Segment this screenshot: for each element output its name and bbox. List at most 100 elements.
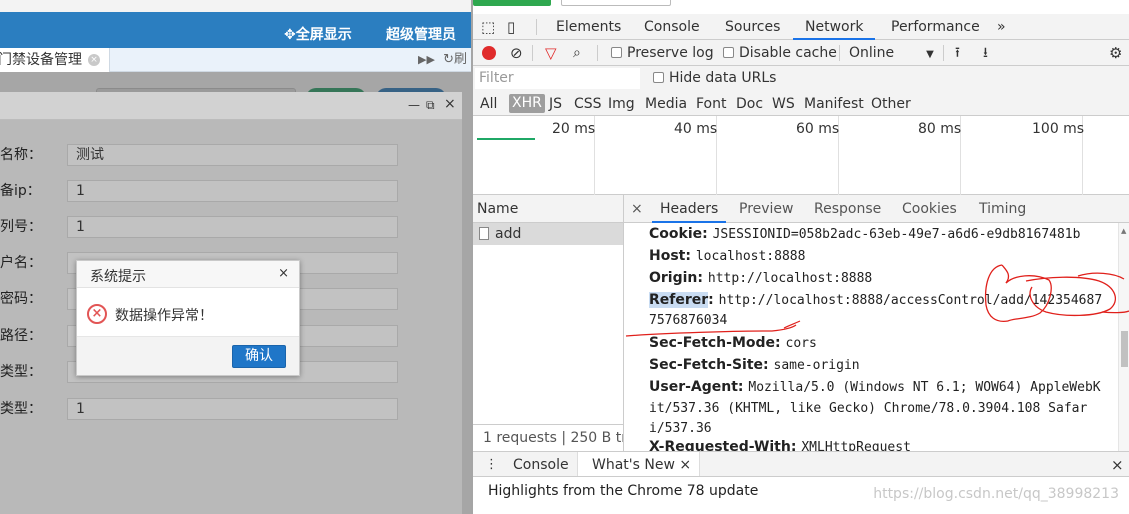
timeline-label: 20 ms (552, 121, 596, 137)
fullscreen-button[interactable]: ✥全屏显示 (284, 12, 352, 48)
checkbox-icon (723, 47, 734, 58)
throttle-select[interactable]: Online ▼ (849, 40, 934, 66)
request-name: add (495, 226, 522, 242)
separator (597, 45, 598, 61)
more-tabs-icon[interactable]: » (997, 14, 1006, 40)
tab-elements[interactable]: Elements (556, 14, 621, 40)
export-har-icon[interactable]: ⭳ (983, 40, 988, 66)
dialog-title: 系统提示 (90, 269, 146, 285)
form-label: 类型： (0, 364, 42, 380)
chevron-down-icon: ▼ (926, 49, 934, 60)
type-ws[interactable]: WS (772, 91, 795, 116)
type-xhr[interactable]: XHR (509, 94, 545, 113)
form-label: 类型： (0, 401, 42, 417)
checkbox-icon (653, 72, 664, 83)
type-input[interactable]: 1 (67, 398, 398, 420)
annotation-stroke (1005, 275, 1052, 322)
separator (532, 45, 533, 61)
document-icon (479, 227, 489, 240)
window-close-icon[interactable]: × (444, 96, 456, 112)
type-media[interactable]: Media (645, 91, 687, 116)
timeline-label: 60 ms (796, 121, 840, 137)
tab-close-icon[interactable]: × (88, 54, 100, 66)
confirm-button[interactable]: 确认 (232, 345, 286, 368)
timeline-overview[interactable]: 20 ms 40 ms 60 ms 80 ms 100 ms (473, 116, 1129, 195)
separator (536, 19, 537, 35)
devtools-tabs: ⬚ ▯ Elements Console Sources Network Per… (473, 14, 1129, 40)
tab-access-device[interactable]: 门禁设备管理 × (0, 48, 110, 72)
refresh-label[interactable]: 刷 (454, 52, 467, 67)
user-menu[interactable]: 超级管理员 (386, 12, 456, 48)
resource-type-filters: All XHR JS CSS Img Media Font Doc WS Man… (473, 91, 1129, 116)
minimize-icon[interactable]: — (408, 98, 420, 112)
timeline-label: 80 ms (918, 121, 962, 137)
search-icon[interactable]: ⌕ (573, 40, 581, 66)
filter-icon[interactable]: ▽ (545, 40, 557, 66)
type-all[interactable]: All (480, 91, 497, 116)
tab-sources[interactable]: Sources (725, 14, 780, 40)
record-icon[interactable] (482, 46, 496, 60)
form-label: 备ip： (0, 183, 41, 199)
annotation-underline (625, 324, 797, 337)
gear-icon[interactable]: ⚙ (1109, 40, 1122, 66)
tab-performance[interactable]: Performance (891, 14, 980, 40)
fullscreen-label: 全屏显示 (295, 27, 352, 43)
app-header: ✥全屏显示 超级管理员 (0, 12, 471, 48)
device-toolbar-icon[interactable]: ▯ (507, 14, 515, 40)
tab-console[interactable]: Console (644, 14, 700, 40)
red-annotation-marks (625, 264, 1129, 337)
drawer-tab-console[interactable]: Console (513, 452, 569, 478)
refresh-icon[interactable]: ↻ (443, 52, 454, 67)
dialog-close-icon[interactable]: × (278, 266, 289, 281)
throttle-value: Online (849, 45, 895, 61)
form-label: 列号： (0, 219, 42, 235)
type-other[interactable]: Other (871, 91, 911, 116)
disable-cache-checkbox[interactable]: Disable cache (723, 40, 837, 66)
type-doc[interactable]: Doc (736, 91, 763, 116)
expand-icon: ✥ (284, 27, 296, 43)
annotation-stroke (984, 264, 1009, 323)
filter-input[interactable]: Filter (475, 68, 640, 89)
name-column-header[interactable]: Name (473, 195, 623, 223)
request-row[interactable]: add (473, 223, 623, 245)
system-alert-dialog: 系统提示 × × 数据操作异常！ 确认 (76, 260, 300, 376)
type-manifest[interactable]: Manifest (804, 91, 864, 116)
whats-new-close-icon[interactable]: × (679, 457, 691, 473)
green-page-button[interactable] (473, 0, 551, 6)
annotation-stroke (1025, 276, 1117, 317)
devtools-panel: ⬚ ▯ Elements Console Sources Network Per… (473, 0, 1129, 514)
separator (943, 45, 944, 61)
timeline-request-bar (477, 138, 535, 140)
clear-icon[interactable]: ⊘ (510, 40, 523, 66)
inspect-icon[interactable]: ⬚ (481, 14, 495, 40)
scroll-right-icon[interactable]: ▶▶ (418, 53, 435, 66)
drawer-menu-icon[interactable]: ⋮ (485, 452, 498, 478)
dialog-message: 数据操作异常！ (115, 308, 213, 324)
network-summary: 1 requests | 250 B tr (473, 424, 623, 451)
serial-input[interactable]: 1 (67, 216, 398, 238)
request-details: × Headers Preview Response Cookies Timin… (624, 195, 1129, 451)
network-toolbar: ⊘ ▽ ⌕ Preserve log Disable cache Online ▼… (473, 40, 1129, 66)
drawer-tabs: ⋮ Console What's New × × (473, 451, 1129, 477)
preserve-log-checkbox[interactable]: Preserve log (611, 40, 714, 66)
tab-network[interactable]: Network (793, 14, 876, 40)
hide-data-urls-checkbox[interactable]: Hide data URLs (653, 65, 776, 91)
type-font[interactable]: Font (696, 91, 726, 116)
timeline-label: 100 ms (1032, 121, 1085, 137)
ip-input[interactable]: 1 (67, 180, 398, 202)
requests-list: Name add 1 requests | 250 B tr (473, 195, 624, 451)
tab-tools: ▶▶ ↻刷 (418, 48, 467, 72)
form-label: 密码： (0, 291, 42, 307)
drawer-close-icon[interactable]: × (1111, 452, 1124, 478)
name-input[interactable]: 测试 (67, 144, 398, 166)
maximize-icon[interactable]: ⧉ (426, 98, 435, 113)
error-icon: × (87, 304, 107, 324)
type-img[interactable]: Img (608, 91, 635, 116)
form-label: 户名： (0, 255, 42, 271)
import-har-icon[interactable]: ⭱ (955, 40, 960, 66)
separator (839, 45, 840, 61)
type-js[interactable]: JS (549, 91, 562, 116)
drawer-tab-whats-new[interactable]: What's New × (577, 452, 701, 476)
page-button[interactable] (561, 0, 671, 6)
type-css[interactable]: CSS (574, 91, 602, 116)
